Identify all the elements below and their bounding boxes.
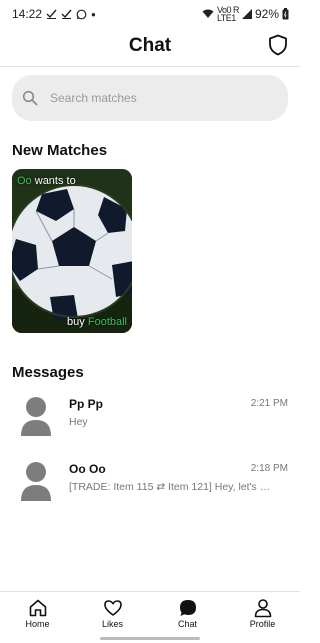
- status-left: 14:22 ●: [12, 7, 96, 21]
- message-preview: [TRADE: Item 115 ⇄ Item 121] Hey, let's …: [69, 481, 271, 493]
- match-name: Oo: [17, 175, 32, 187]
- search-icon: [22, 90, 38, 106]
- message-time: 2:18 PM: [250, 463, 288, 474]
- nav-label-home: Home: [25, 619, 50, 629]
- card-bottom-text: buy Football: [67, 316, 127, 328]
- nav-profile[interactable]: Profile: [225, 592, 300, 643]
- avatar-placeholder-icon: [21, 462, 51, 501]
- app-header: Chat: [0, 28, 300, 64]
- nav-chat[interactable]: Chat: [150, 592, 225, 643]
- new-matches-title: New Matches: [12, 142, 108, 159]
- nav-label-profile: Profile: [249, 619, 276, 629]
- signal-bottom-label: LTE1: [216, 13, 236, 23]
- wifi-icon: [202, 9, 214, 18]
- message-row[interactable]: Pp Pp 2:21 PM Hey: [0, 396, 300, 456]
- nav-label-chat: Chat: [177, 619, 197, 629]
- check-notification-icon: [61, 9, 72, 19]
- bottom-nav: Home Likes Chat Profile: [0, 591, 300, 643]
- battery-icon: [282, 8, 289, 20]
- nav-home[interactable]: Home: [0, 592, 75, 643]
- page-title: Chat: [128, 35, 172, 56]
- status-time: 14:22: [12, 7, 43, 21]
- message-sender: Pp Pp: [69, 397, 104, 411]
- signal-labels: Vo0 R LTE1: [216, 6, 240, 23]
- search-input[interactable]: [50, 91, 270, 105]
- more-notifications-dot-icon: ●: [91, 9, 96, 19]
- search-bar[interactable]: [12, 75, 288, 121]
- message-preview: Hey: [69, 416, 88, 428]
- message-row[interactable]: Oo Oo 2:18 PM [TRADE: Item 115 ⇄ Item 12…: [0, 461, 300, 521]
- shield-icon[interactable]: [268, 34, 288, 56]
- match-item: Football: [87, 316, 127, 328]
- message-sender: Oo Oo: [69, 462, 106, 476]
- avatar-placeholder-icon: [21, 397, 51, 436]
- match-card[interactable]: Oo wants to buy Football: [12, 169, 132, 333]
- message-time: 2:21 PM: [250, 398, 288, 409]
- heart-icon: [103, 600, 122, 616]
- signal-icon: [241, 9, 252, 19]
- home-indicator: [100, 637, 200, 640]
- card-top-text: Oo wants to: [17, 175, 76, 187]
- header-divider: [0, 66, 300, 67]
- profile-icon: [254, 599, 271, 618]
- whatsapp-icon: [76, 9, 87, 19]
- match-intent: wants to: [34, 175, 76, 187]
- football-image: [12, 169, 132, 333]
- status-bar: 14:22 ● Vo0 R LTE1 92%: [0, 0, 300, 28]
- messages-title: Messages: [12, 364, 84, 381]
- nav-likes[interactable]: Likes: [75, 592, 150, 643]
- battery-percent: 92%: [254, 7, 279, 21]
- home-icon: [29, 599, 46, 617]
- chat-icon: [179, 600, 196, 616]
- status-right: Vo0 R LTE1 92%: [202, 6, 289, 23]
- check-notification-icon: [46, 9, 57, 19]
- match-action: buy: [67, 316, 85, 328]
- nav-label-likes: Likes: [101, 619, 123, 629]
